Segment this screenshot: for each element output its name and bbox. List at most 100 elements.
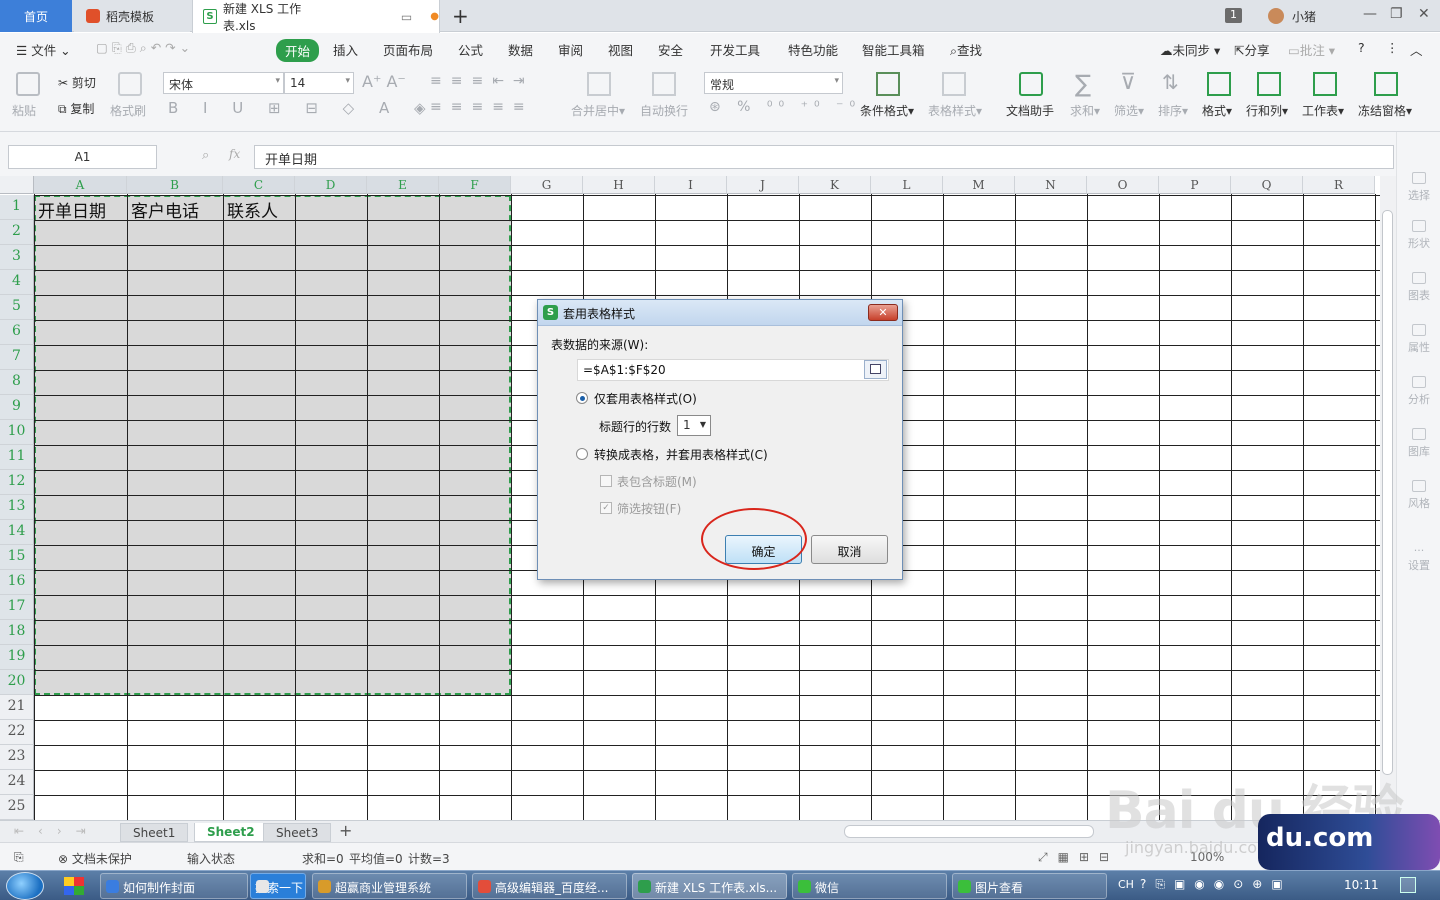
- menu-review[interactable]: 审阅: [558, 40, 583, 59]
- rows-cols-button[interactable]: 行和列▾: [1246, 102, 1288, 119]
- sidebar-properties[interactable]: 属性: [1397, 324, 1440, 355]
- row-header-9[interactable]: 9: [0, 395, 34, 420]
- column-header-b[interactable]: B: [127, 176, 223, 194]
- row-header-18[interactable]: 18: [0, 620, 34, 645]
- doc-helper-button[interactable]: 文档助手: [1006, 102, 1054, 119]
- column-header-g[interactable]: G: [511, 176, 583, 194]
- app-launcher-icon[interactable]: [64, 877, 84, 895]
- row-header-2[interactable]: 2: [0, 220, 34, 245]
- windows-start-button[interactable]: [6, 872, 44, 900]
- row-header-8[interactable]: 8: [0, 370, 34, 395]
- add-sheet-icon[interactable]: +: [339, 821, 352, 840]
- column-header-a[interactable]: A: [34, 176, 127, 194]
- table-style-icon[interactable]: [942, 72, 966, 96]
- row-header-14[interactable]: 14: [0, 520, 34, 545]
- user-name[interactable]: 小猪: [1292, 8, 1316, 25]
- tab-docer-templates[interactable]: 稻壳模板: [74, 0, 190, 32]
- view-mode-icons[interactable]: ⤢▦⊞⊟: [1038, 850, 1119, 865]
- fx-icon[interactable]: fx: [229, 147, 240, 161]
- cell-a1[interactable]: 开单日期: [38, 197, 106, 222]
- conditional-format-button[interactable]: 条件格式▾: [860, 102, 914, 119]
- select-all-corner[interactable]: [0, 176, 34, 194]
- sheet-nav-icons[interactable]: ⇤‹›⇥: [14, 824, 100, 838]
- sidebar-style[interactable]: 风格: [1397, 480, 1440, 511]
- sidebar-select[interactable]: 选择: [1397, 172, 1440, 203]
- restore-icon[interactable]: ❐: [1390, 6, 1403, 22]
- dialog-close-button[interactable]: ✕: [868, 304, 898, 321]
- sheet-tab-1[interactable]: Sheet1: [120, 823, 189, 842]
- new-tab-button[interactable]: +: [452, 4, 469, 28]
- font-grow-shrink-icons[interactable]: A⁺ A⁻: [362, 72, 406, 91]
- number-format-select[interactable]: 常规: [704, 72, 843, 94]
- column-header-f[interactable]: F: [439, 176, 511, 194]
- freeze-panes-button[interactable]: 冻结窗格▾: [1358, 102, 1412, 119]
- menu-insert[interactable]: 插入: [333, 40, 358, 59]
- row-header-11[interactable]: 11: [0, 445, 34, 470]
- menu-data[interactable]: 数据: [508, 40, 533, 59]
- sort-button[interactable]: 排序▾: [1158, 102, 1188, 119]
- doc-helper-icon[interactable]: [1019, 72, 1043, 96]
- row-header-7[interactable]: 7: [0, 345, 34, 370]
- taskbar-item-ie[interactable]: 如何制作封面: [100, 873, 248, 899]
- badge-count[interactable]: 1: [1225, 8, 1242, 23]
- source-range-input[interactable]: =$A$1:$F$20: [577, 359, 889, 381]
- radio-convert-table[interactable]: [576, 448, 588, 460]
- menu-security[interactable]: 安全: [658, 40, 683, 59]
- menu-view[interactable]: 视图: [608, 40, 633, 59]
- font-family-select[interactable]: 宋体: [163, 72, 284, 94]
- menu-features[interactable]: 特色功能: [788, 40, 838, 59]
- row-header-25[interactable]: 25: [0, 795, 34, 820]
- horizontal-scroll-thumb[interactable]: [844, 825, 1094, 838]
- sidebar-chart[interactable]: 图表: [1397, 272, 1440, 303]
- menu-smart-toolbox[interactable]: 智能工具箱: [862, 40, 925, 59]
- row-header-16[interactable]: 16: [0, 570, 34, 595]
- tab-home[interactable]: 首页: [0, 0, 72, 32]
- collapse-ribbon-icon[interactable]: ︿: [1410, 40, 1423, 59]
- row-header-24[interactable]: 24: [0, 770, 34, 795]
- range-picker-button[interactable]: [864, 360, 887, 379]
- comment-button[interactable]: ▭批注 ▾: [1288, 40, 1335, 59]
- column-header-m[interactable]: M: [943, 176, 1015, 194]
- zoom-formula-icon[interactable]: ⌕: [202, 148, 209, 163]
- more-icon[interactable]: ⋮: [1386, 40, 1399, 55]
- conditional-format-icon[interactable]: [876, 72, 900, 96]
- sidebar-analysis[interactable]: 分析: [1397, 376, 1440, 407]
- close-icon[interactable]: ✕: [1418, 6, 1430, 22]
- copy-button[interactable]: ⧉ 复制: [58, 100, 94, 117]
- align-horizontal-icons[interactable]: ≡≡≡≡≡: [430, 99, 534, 115]
- column-header-o[interactable]: O: [1087, 176, 1159, 194]
- font-size-select[interactable]: 14: [284, 72, 354, 94]
- font-style-icons[interactable]: B I U ⊞ ⊟ ◇ A ◈: [168, 99, 436, 117]
- worksheet-icon[interactable]: [1313, 72, 1337, 96]
- radio-style-only-label[interactable]: 仅套用表格样式(O): [594, 390, 697, 407]
- column-header-p[interactable]: P: [1159, 176, 1231, 194]
- menu-developer[interactable]: 开发工具: [710, 40, 760, 59]
- format-button[interactable]: 格式▾: [1202, 102, 1232, 119]
- row-header-3[interactable]: 3: [0, 245, 34, 270]
- name-box[interactable]: A1: [8, 145, 157, 169]
- vertical-scroll-thumb[interactable]: [1382, 210, 1393, 775]
- row-header-5[interactable]: 5: [0, 295, 34, 320]
- avatar[interactable]: [1268, 8, 1284, 24]
- paste-button[interactable]: 粘贴: [12, 102, 36, 119]
- sidebar-gallery[interactable]: 图库: [1397, 428, 1440, 459]
- checkbox-has-header[interactable]: [600, 475, 612, 487]
- format-painter-button[interactable]: 格式刷: [110, 102, 146, 119]
- filter-icon[interactable]: ⊽: [1120, 70, 1136, 95]
- row-header-6[interactable]: 6: [0, 320, 34, 345]
- row-header-20[interactable]: 20: [0, 670, 34, 695]
- sum-icon[interactable]: ∑: [1075, 70, 1091, 98]
- window-icon[interactable]: ▭: [401, 10, 412, 24]
- row-header-15[interactable]: 15: [0, 545, 34, 570]
- checkbox-filter-button[interactable]: ✓: [600, 502, 612, 514]
- tab-document[interactable]: S 新建 XLS 工作表.xls ▭ ●: [192, 0, 440, 33]
- freeze-panes-icon[interactable]: [1374, 72, 1398, 96]
- format-icon[interactable]: [1207, 72, 1231, 96]
- merge-center-button[interactable]: 合并居中▾: [571, 102, 625, 119]
- sidebar-settings[interactable]: ··· 设置: [1397, 544, 1440, 573]
- cut-button[interactable]: ✂ 剪切: [58, 74, 96, 91]
- header-rows-select[interactable]: 1: [677, 415, 711, 436]
- align-top-icons[interactable]: ≡≡≡⇤⇥: [430, 73, 534, 89]
- table-style-button[interactable]: 表格样式▾: [928, 102, 982, 119]
- column-header-q[interactable]: Q: [1231, 176, 1303, 194]
